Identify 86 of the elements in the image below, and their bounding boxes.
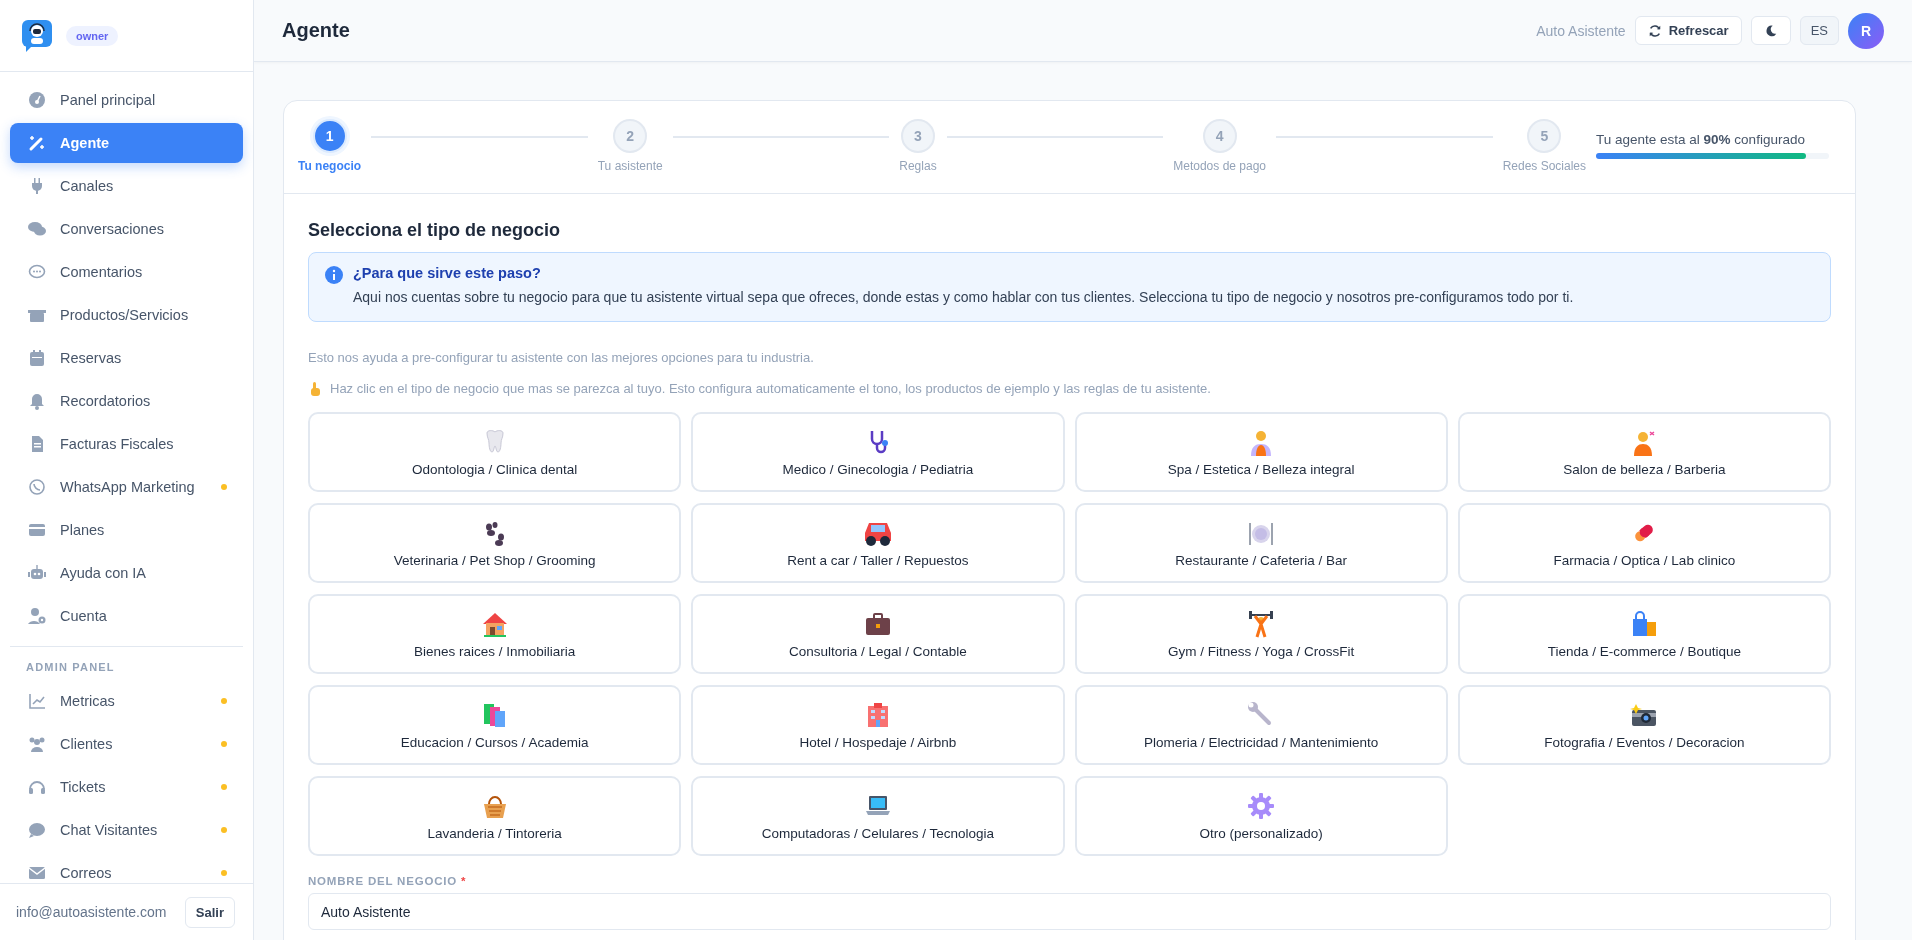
business-type-card[interactable]: Computadoras / Celulares / Tecnologia	[691, 776, 1065, 857]
business-type-card[interactable]: Farmacia / Optica / Lab clinico	[1457, 503, 1831, 584]
comment-icon	[28, 263, 46, 281]
headset-icon	[28, 778, 46, 796]
wizard-step[interactable]: 1 Tu negocio	[298, 119, 362, 173]
bell-icon	[28, 392, 46, 410]
envelope-icon	[28, 864, 46, 882]
gear-icon	[1247, 791, 1276, 820]
nav-item[interactable]: WhatsApp Marketing	[10, 467, 243, 507]
section-title: Selecciona el tipo de negocio	[308, 220, 562, 241]
credit-card-icon	[28, 521, 46, 539]
notification-dot	[221, 484, 227, 490]
nav-item[interactable]: Planes	[10, 510, 243, 550]
dark-mode-button[interactable]	[1750, 16, 1791, 45]
nav-item[interactable]: Cuenta	[10, 596, 243, 636]
business-type-card[interactable]: Hotel / Hospedaje / Airbnb	[691, 685, 1065, 766]
pointing-hand-icon	[308, 381, 322, 396]
refresh-icon	[1647, 23, 1662, 38]
nav-item[interactable]: Facturas Fiscales	[10, 424, 243, 464]
business-type-card[interactable]: Fotografia / Eventos / Decoracion	[1457, 685, 1831, 766]
notification-dot	[221, 784, 227, 790]
business-type-card[interactable]: Tienda / E-commerce / Boutique	[1457, 594, 1831, 675]
magic-wand-icon	[28, 134, 46, 152]
business-type-card[interactable]: Otro (personalizado)	[1074, 776, 1448, 857]
calendar-icon	[28, 349, 46, 367]
refresh-button[interactable]: Refrescar	[1634, 16, 1742, 45]
hint-text: Esto nos ayuda a pre-configurar tu asistente con las mejores opciones para tu industria.	[308, 350, 815, 366]
nav-item[interactable]: Tickets	[10, 767, 243, 807]
business-type-card[interactable]: Lavanderia / Tintoreria	[308, 776, 682, 857]
business-type-card[interactable]: Odontologia / Clinica dental	[308, 412, 682, 493]
business-type-card[interactable]: Consultoria / Legal / Contable	[691, 594, 1065, 675]
info-text: Aqui nos cuentas sobre tu negocio para que tu asistente virtual sepa que ofreces, donde estas y como hablar con tus clientes. Selecciona tu tipo de negocio y nosotros pre-configuramos todo por ti.	[353, 288, 1574, 307]
chat-icon	[28, 821, 46, 839]
business-type-card[interactable]: Rent a car / Taller / Repuestos	[691, 503, 1065, 584]
nav-item[interactable]: Chat Visitantes	[10, 810, 243, 850]
business-type-card[interactable]: Salon de belleza / Barberia	[1457, 412, 1831, 493]
nav-item[interactable]: Reservas	[10, 338, 243, 378]
robot-icon	[28, 564, 46, 582]
chat-bubbles-icon	[28, 220, 46, 238]
nav-item[interactable]: Clientes	[10, 724, 243, 764]
user-email: info@autoasistente.com	[16, 904, 167, 920]
notification-dot	[221, 741, 227, 747]
users-icon	[28, 735, 46, 753]
section-heading: ADMIN PANEL	[25, 661, 116, 673]
nav-item[interactable]: Ayuda con IA	[10, 553, 243, 593]
nav-item[interactable]: Recordatorios	[10, 381, 243, 421]
user-avatar[interactable]: R	[1848, 12, 1884, 49]
info-icon	[325, 266, 343, 284]
business-type-card[interactable]: Spa / Estetica / Belleza integral	[1074, 412, 1448, 493]
nav-item[interactable]: Agente	[10, 123, 243, 163]
nav-item[interactable]: Comentarios	[10, 252, 243, 292]
robot-logo-icon	[22, 19, 52, 52]
business-type-card[interactable]: Veterinaria / Pet Shop / Grooming	[308, 503, 682, 584]
info-title: ¿Para que sirve este paso?	[353, 265, 542, 281]
required-mark: *	[461, 875, 467, 888]
line-chart-icon	[28, 692, 46, 710]
business-type-card[interactable]: Plomeria / Electricidad / Mantenimiento	[1074, 685, 1448, 766]
business-type-card[interactable]: Bienes raices / Inmobiliaria	[308, 594, 682, 675]
moon-icon	[1763, 23, 1778, 38]
business-type-card[interactable]: Medico / Ginecologia / Pediatria	[691, 412, 1065, 493]
language-button[interactable]: ES	[1799, 16, 1839, 45]
nav-item[interactable]: Correos	[10, 853, 243, 883]
instruction-text: Haz clic en el tipo de negocio que mas se parezca al tuyo. Esto configura automaticamente el tono, los productos de ejemplo y las reglas de tu asistente.	[330, 381, 1211, 397]
nav-item[interactable]: Productos/Servicios	[10, 295, 243, 335]
phone-bubble-icon	[28, 478, 46, 496]
business-type-card[interactable]: Restaurante / Cafeteria / Bar	[1074, 503, 1448, 584]
nav-item[interactable]: Conversaciones	[10, 209, 243, 249]
field-label: NOMBRE DEL NEGOCIO	[308, 875, 457, 888]
nav-item[interactable]: Metricas	[10, 681, 243, 721]
business-type-card[interactable]: Gym / Fitness / Yoga / CrossFit	[1074, 594, 1448, 675]
page-title: Agente	[282, 19, 350, 42]
business-name-input[interactable]: Auto Asistente	[308, 893, 1831, 931]
user-gear-icon	[28, 607, 46, 625]
shopping-bag-icon	[1630, 609, 1659, 638]
weightlifter-icon	[1247, 609, 1276, 638]
notification-dot	[221, 698, 227, 704]
business-type-card[interactable]: Educacion / Cursos / Academia	[308, 685, 682, 766]
gauge-icon	[28, 91, 46, 109]
notification-dot	[221, 870, 227, 876]
account-name: Auto Asistente	[1536, 22, 1626, 39]
logout-button[interactable]: Salir	[184, 896, 235, 928]
notification-dot	[221, 827, 227, 833]
role-badge: owner	[66, 25, 119, 46]
nav-item[interactable]: Canales	[10, 166, 243, 206]
nav-item[interactable]: Panel principal	[10, 80, 243, 120]
progress-text: Tu agente esta al 90% configurado	[1596, 132, 1806, 147]
